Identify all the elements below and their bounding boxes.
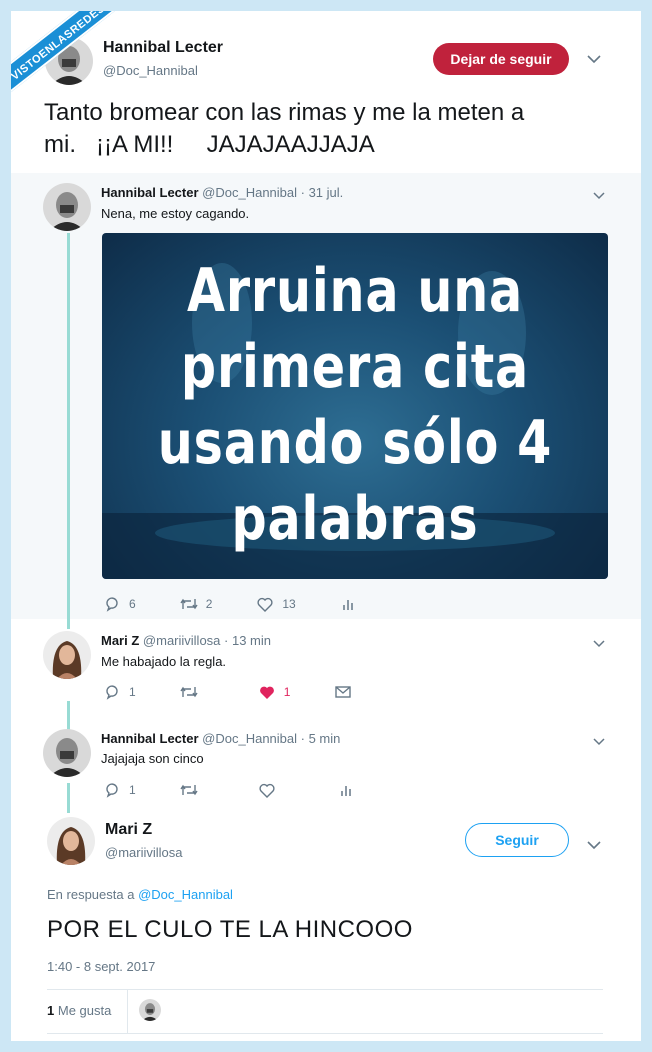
- tweet-text: Nena, me estoy cagando.: [101, 206, 250, 221]
- image-text-line: Arruina una: [186, 256, 524, 326]
- image-text-line: primera cita: [180, 332, 530, 402]
- chevron-down-icon[interactable]: [587, 837, 601, 853]
- reply-button[interactable]: 1: [103, 781, 136, 799]
- follow-button[interactable]: Seguir: [465, 823, 569, 857]
- reply-context: En respuesta a @Doc_Hannibal: [47, 887, 233, 902]
- tweet-actions: 1: [103, 781, 400, 799]
- author-name[interactable]: Mari Z: [105, 821, 152, 839]
- thread-line: [67, 233, 70, 629]
- likes-label: Me gusta: [57, 1003, 112, 1018]
- retweet-count: 2: [205, 597, 213, 611]
- reply-icon: [103, 781, 121, 799]
- tweet-meta[interactable]: @Doc_Hannibal · 31 jul.: [202, 185, 343, 200]
- tweet-text: Tanto bromear con las rimas y me la mete…: [44, 97, 624, 161]
- reply-prefix: En respuesta a: [47, 887, 135, 902]
- author-handle[interactable]: @mariivillosa: [105, 845, 183, 860]
- like-count: 1: [283, 685, 291, 699]
- chevron-down-icon[interactable]: [593, 187, 605, 203]
- author-name[interactable]: Hannibal Lecter: [103, 39, 223, 57]
- chevron-down-icon[interactable]: [593, 635, 605, 651]
- reply-button[interactable]: 1: [103, 683, 136, 701]
- author-name[interactable]: Hannibal Lecter: [101, 185, 199, 200]
- message-button[interactable]: [334, 683, 352, 701]
- image-caption: Arruina una primera cita usando sólo 4 p…: [148, 253, 563, 557]
- heart-icon: [256, 595, 274, 613]
- retweet-button[interactable]: 2: [180, 595, 213, 613]
- retweet-icon: [180, 781, 198, 799]
- tweet-text: POR EL CULO TE LA HINCOOO: [47, 916, 413, 943]
- analytics-button[interactable]: [338, 781, 356, 799]
- liker-avatar[interactable]: [139, 999, 161, 1021]
- heart-icon: [258, 781, 276, 799]
- reply-target-link[interactable]: @Doc_Hannibal: [138, 887, 233, 902]
- unfollow-button[interactable]: Dejar de seguir: [433, 43, 569, 75]
- tweet-image[interactable]: Arruina una primera cita usando sólo 4 p…: [102, 233, 608, 579]
- tweet-meta[interactable]: @Doc_Hannibal · 5 min: [202, 731, 340, 746]
- reply-icon: [103, 683, 121, 701]
- author-name[interactable]: Mari Z: [101, 633, 139, 648]
- likes-summary[interactable]: 1 Me gusta: [47, 1003, 111, 1018]
- reply-button[interactable]: 6: [103, 595, 136, 613]
- like-button[interactable]: [258, 781, 276, 799]
- tweet-actions: 6 2 13: [103, 595, 402, 613]
- tweet-text-line: Tanto bromear con las rimas y me la mete…: [44, 99, 525, 126]
- retweet-icon: [180, 595, 198, 613]
- thread-line: [67, 783, 70, 813]
- reply-icon: [103, 595, 121, 613]
- reply-count: 1: [129, 783, 136, 797]
- analytics-icon: [340, 595, 358, 613]
- image-text-line: palabras: [231, 484, 479, 554]
- like-button[interactable]: 1: [258, 683, 291, 701]
- retweet-button[interactable]: [180, 781, 198, 799]
- avatar[interactable]: [47, 817, 95, 865]
- thread-line: [67, 701, 70, 731]
- avatar[interactable]: [43, 631, 91, 679]
- like-count: 13: [282, 597, 296, 611]
- author-handle[interactable]: @Doc_Hannibal: [103, 63, 198, 78]
- tweet-timestamp[interactable]: 1:40 - 8 sept. 2017: [47, 959, 155, 974]
- reply-count: 6: [129, 597, 136, 611]
- tweet-header: Hannibal Lecter @Doc_Hannibal · 5 min: [101, 731, 340, 746]
- divider: [47, 989, 603, 990]
- divider: [47, 1033, 603, 1034]
- retweet-icon: [180, 683, 198, 701]
- tweet-text: Me habajado la regla.: [101, 654, 227, 669]
- image-text-line: usando sólo 4: [157, 408, 553, 478]
- avatar[interactable]: [43, 729, 91, 777]
- chevron-down-icon[interactable]: [587, 51, 601, 67]
- tweet-text-line: mi. ¡¡A MI!! JAJAJAAJJAJA: [44, 131, 375, 158]
- analytics-icon: [338, 781, 356, 799]
- analytics-button[interactable]: [340, 595, 358, 613]
- author-name[interactable]: Hannibal Lecter: [101, 731, 199, 746]
- heart-filled-icon: [258, 683, 276, 701]
- like-button[interactable]: 13: [256, 595, 296, 613]
- tweet-header: Mari Z @mariivillosa · 13 min: [101, 633, 271, 648]
- retweet-button[interactable]: [180, 683, 198, 701]
- avatar[interactable]: [43, 183, 91, 231]
- likes-count: 1: [47, 1003, 55, 1018]
- tweet-meta[interactable]: @mariivillosa · 13 min: [143, 633, 271, 648]
- reply-count: 1: [129, 685, 136, 699]
- tweet-text: Jajajaja son cinco: [101, 751, 204, 766]
- divider: [127, 989, 128, 1033]
- tweet-card: VISTOENLASREDES Hannibal Lecter @Doc_Han…: [11, 11, 641, 1041]
- tweet-actions: 1 1: [103, 683, 396, 701]
- chevron-down-icon[interactable]: [593, 733, 605, 749]
- envelope-icon: [334, 683, 352, 701]
- tweet-header: Hannibal Lecter @Doc_Hannibal · 31 jul.: [101, 185, 343, 200]
